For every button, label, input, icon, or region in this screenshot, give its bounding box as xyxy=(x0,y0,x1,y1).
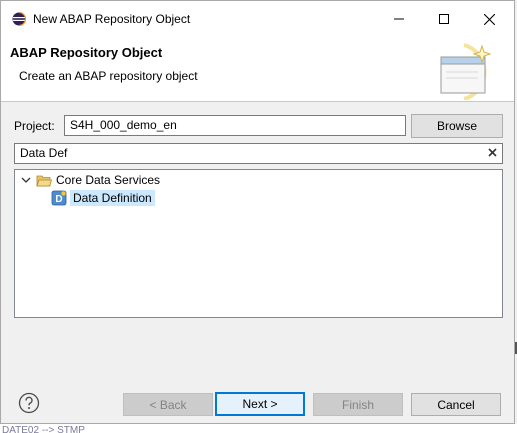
window-title: New ABAP Repository Object xyxy=(33,12,191,26)
cancel-button[interactable]: Cancel xyxy=(411,393,501,416)
tree-folder-core-data-services[interactable]: Core Data Services xyxy=(21,173,160,187)
banner-heading: ABAP Repository Object xyxy=(10,45,163,60)
maximize-icon xyxy=(439,14,449,24)
tree-item-data-definition[interactable]: D Data Definition xyxy=(51,190,155,206)
close-button[interactable] xyxy=(467,5,511,33)
filter-input[interactable]: Data Def xyxy=(14,143,503,164)
data-definition-icon: D xyxy=(51,190,67,206)
new-repository-object-dialog: New ABAP Repository Object ABAP Reposito… xyxy=(0,0,515,424)
next-button[interactable]: Next > xyxy=(215,392,305,416)
maximize-button[interactable] xyxy=(422,5,466,33)
back-button[interactable]: < Back xyxy=(123,393,213,416)
project-label: Project: xyxy=(14,119,55,133)
eclipse-icon xyxy=(12,12,26,26)
folder-open-icon xyxy=(36,175,52,186)
project-input[interactable]: S4H_000_demo_en xyxy=(64,115,406,136)
wizard-banner-icon xyxy=(440,43,492,100)
object-type-tree: Core Data Services D Data Definition xyxy=(14,169,503,318)
banner-subtitle: Create an ABAP repository object xyxy=(19,69,198,83)
chevron-down-icon[interactable] xyxy=(21,175,31,185)
close-icon xyxy=(483,13,495,25)
finish-button[interactable]: Finish xyxy=(313,393,403,416)
minimize-icon xyxy=(394,18,404,20)
help-icon[interactable] xyxy=(18,392,40,414)
background-editor-text: DATE02 --> STMP xyxy=(2,425,85,433)
tree-item-label: Data Definition xyxy=(70,190,155,206)
minimize-button[interactable] xyxy=(377,5,421,33)
clear-filter-icon[interactable] xyxy=(488,148,498,158)
tree-folder-label: Core Data Services xyxy=(56,173,161,187)
browse-button[interactable]: Browse xyxy=(411,114,503,138)
svg-text:D: D xyxy=(55,194,62,205)
